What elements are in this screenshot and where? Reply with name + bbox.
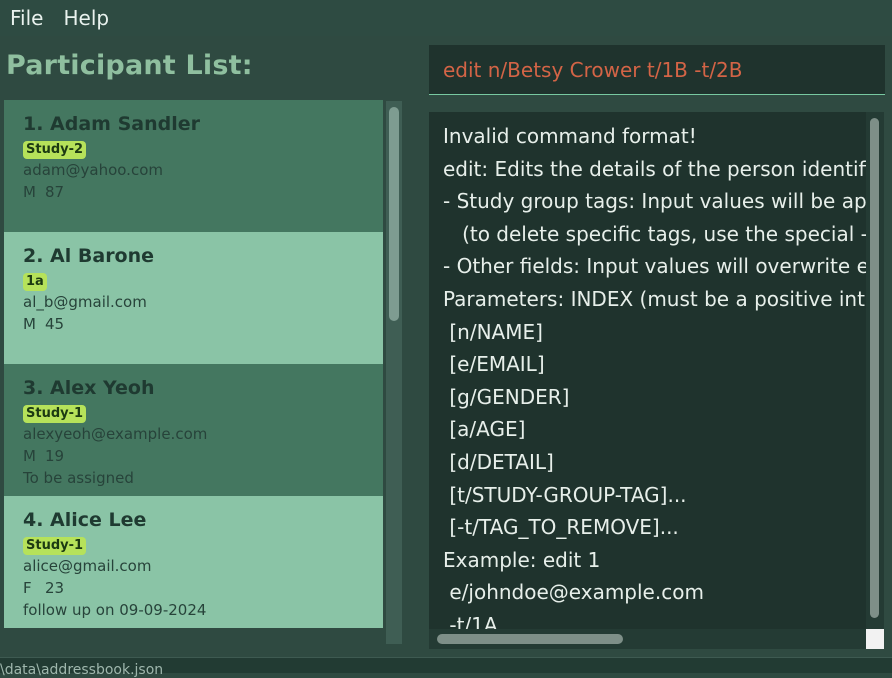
participant-name: 3. Alex Yeoh [23,377,155,399]
participant-list[interactable]: 1. Adam Sandler Study-2 adam@yahoo.com M… [4,100,383,643]
menu-file[interactable]: File [0,6,53,30]
result-line: [n/NAME] [443,319,543,344]
command-box[interactable]: edit n/Betsy Crower t/1B -t/2B [429,45,885,95]
result-line: [d/DETAIL] [443,449,554,474]
participant-detail: follow up on 09-09-2024 [23,601,207,619]
participant-email: al_b@gmail.com [23,293,147,311]
result-line: [-t/TAG_TO_REMOVE]... [443,515,679,540]
result-line: e/johndoe@example.com [443,580,704,605]
menu-bar: File Help [0,0,892,36]
participant-gender: M [23,183,36,201]
result-line: Example: edit 1 [443,547,601,572]
result-line: [g/GENDER] [443,384,570,409]
participant-name: 2. Al Barone [23,245,155,267]
panel-title: Participant List: [6,50,253,81]
result-line: edit: Edits the details of the person id… [443,156,884,181]
participant-email: adam@yahoo.com [23,161,163,179]
participant-gender-age: F 23 [23,577,383,599]
status-file-path: \data\addressbook.json [0,662,164,678]
participant-list-scrollbar[interactable] [386,101,402,644]
menu-help[interactable]: Help [53,6,119,30]
participant-detail: To be assigned [23,469,134,487]
study-group-tag: Study-1 [23,537,87,555]
participant-email: alice@gmail.com [23,557,152,575]
result-line: [a/AGE] [443,417,526,442]
result-horizontal-scrollbar[interactable] [429,629,866,649]
result-line: Invalid command format! [443,124,697,148]
status-bar: \data\addressbook.json [0,657,892,678]
participant-age: 19 [45,447,65,465]
result-line: [t/STUDY-GROUP-TAG]... [443,482,687,507]
participant-name: 4. Alice Lee [23,509,147,531]
study-group-tag: Study-2 [23,141,87,159]
participant-card[interactable]: 3. Alex Yeoh Study-1 alexyeoh@example.co… [4,364,383,496]
result-display[interactable]: Invalid command format! edit: Edits the d… [429,112,884,649]
scrollbar-corner [866,629,884,649]
participant-card[interactable]: 1. Adam Sandler Study-2 adam@yahoo.com M… [4,100,383,232]
participant-age: 87 [45,183,65,201]
study-group-tag: 1a [23,273,47,291]
participant-age: 45 [45,315,65,333]
participant-gender: F [23,579,32,597]
result-line: (to delete specific tags, use the specia… [443,221,884,246]
participant-card[interactable]: 4. Alice Lee Study-1 alice@gmail.com F 23… [4,496,383,628]
result-line: - Study group tags: Input values will be… [443,189,884,214]
participant-gender-age: M 45 [23,313,383,335]
participant-gender: M [23,315,36,333]
participant-panel: Participant List: 1. Adam Sandler Study-… [0,36,410,648]
participant-card[interactable]: 2. Al Barone 1a al_b@gmail.com M 45 [4,232,383,364]
result-line: - Other fields: Input values will overwr… [443,254,884,279]
scrollbar-thumb[interactable] [870,118,879,618]
result-vertical-scrollbar[interactable] [866,112,884,629]
participant-gender-age: M 87 [23,181,383,203]
participant-gender-age: M 19 [23,445,383,467]
result-text: Invalid command format! edit: Edits the d… [443,120,884,642]
participant-name: 1. Adam Sandler [23,113,200,135]
participant-email: alexyeoh@example.com [23,425,208,443]
scrollbar-thumb[interactable] [389,107,399,321]
participant-gender: M [23,447,36,465]
study-group-tag: Study-1 [23,405,87,423]
result-line: Parameters: INDEX (must be a positive in… [443,286,884,311]
result-line: [e/EMAIL] [443,352,545,377]
command-input[interactable]: edit n/Betsy Crower t/1B -t/2B [443,58,743,82]
participant-age: 23 [45,579,65,597]
scrollbar-thumb[interactable] [437,634,623,644]
